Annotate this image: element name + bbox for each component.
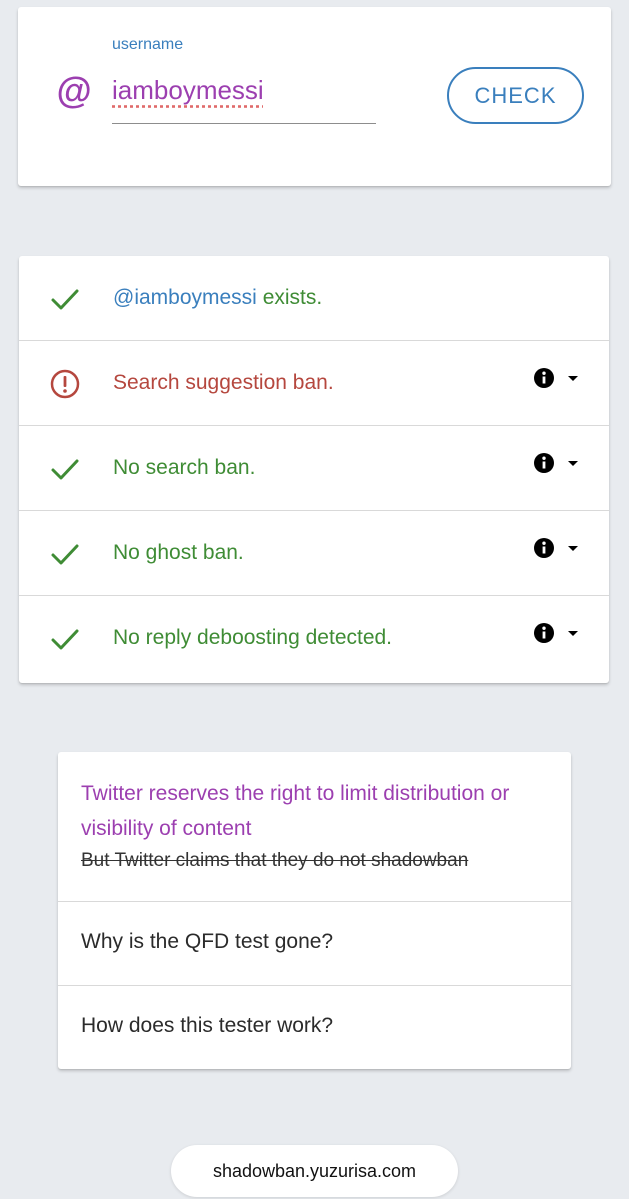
result-text: No reply deboosting detected.	[113, 626, 393, 649]
url-bar[interactable]: shadowban.yuzurisa.com	[171, 1145, 458, 1197]
checkmark-icon	[51, 544, 79, 565]
caret-down-icon	[568, 376, 578, 381]
username-input[interactable]: iamboymessi	[112, 75, 264, 106]
result-text: @iamboymessi exists.	[113, 286, 322, 310]
result-text: No ghost ban.	[113, 541, 244, 564]
checkmark-icon	[51, 629, 79, 650]
username-underline	[112, 123, 376, 124]
faq-strikethrough-text: But Twitter claims that they do not shad…	[81, 850, 469, 871]
caret-down-icon	[568, 631, 578, 636]
result-text: No search ban.	[113, 456, 256, 479]
result-row-exists: @iamboymessi exists.	[19, 256, 609, 341]
results-card: @iamboymessi exists. Search suggestion b…	[19, 256, 609, 683]
checkmark-icon	[51, 289, 79, 310]
faq-item-qfd[interactable]: Why is the QFD test gone?	[58, 902, 571, 986]
faq-question: How does this tester work?	[81, 1014, 334, 1037]
faq-item-how-it-works[interactable]: How does this tester work?	[58, 986, 571, 1069]
info-dropdown-toggle[interactable]	[533, 367, 583, 397]
check-button[interactable]: CHECK	[447, 67, 584, 124]
result-row-reply-deboosting: No reply deboosting detected.	[19, 596, 609, 681]
faq-title: Twitter reserves the right to limit dist…	[81, 782, 510, 840]
info-icon	[534, 368, 554, 388]
faq-question: Why is the QFD test gone?	[81, 930, 334, 953]
result-row-search-ban: No search ban.	[19, 426, 609, 511]
caret-down-icon	[568, 546, 578, 551]
username-label: username	[112, 36, 184, 53]
exclamation-circle-icon	[50, 369, 80, 399]
result-row-ghost-ban: No ghost ban.	[19, 511, 609, 596]
info-dropdown-toggle[interactable]	[533, 452, 583, 482]
info-icon	[534, 538, 554, 558]
faq-card: Twitter reserves the right to limit dist…	[58, 752, 571, 1069]
result-text: Search suggestion ban.	[113, 371, 334, 394]
at-icon: @	[56, 70, 92, 111]
username-card: @ username iamboymessi CHECK	[18, 7, 611, 186]
caret-down-icon	[568, 461, 578, 466]
result-handle: @iamboymessi	[113, 286, 257, 309]
info-icon	[534, 623, 554, 643]
info-icon	[534, 453, 554, 473]
info-dropdown-toggle[interactable]	[533, 622, 583, 652]
result-suffix: exists.	[256, 286, 323, 309]
result-row-search-suggestion: Search suggestion ban.	[19, 341, 609, 426]
checkmark-icon	[51, 459, 79, 480]
faq-item-limit-distribution[interactable]: Twitter reserves the right to limit dist…	[58, 752, 571, 902]
info-dropdown-toggle[interactable]	[533, 537, 583, 567]
